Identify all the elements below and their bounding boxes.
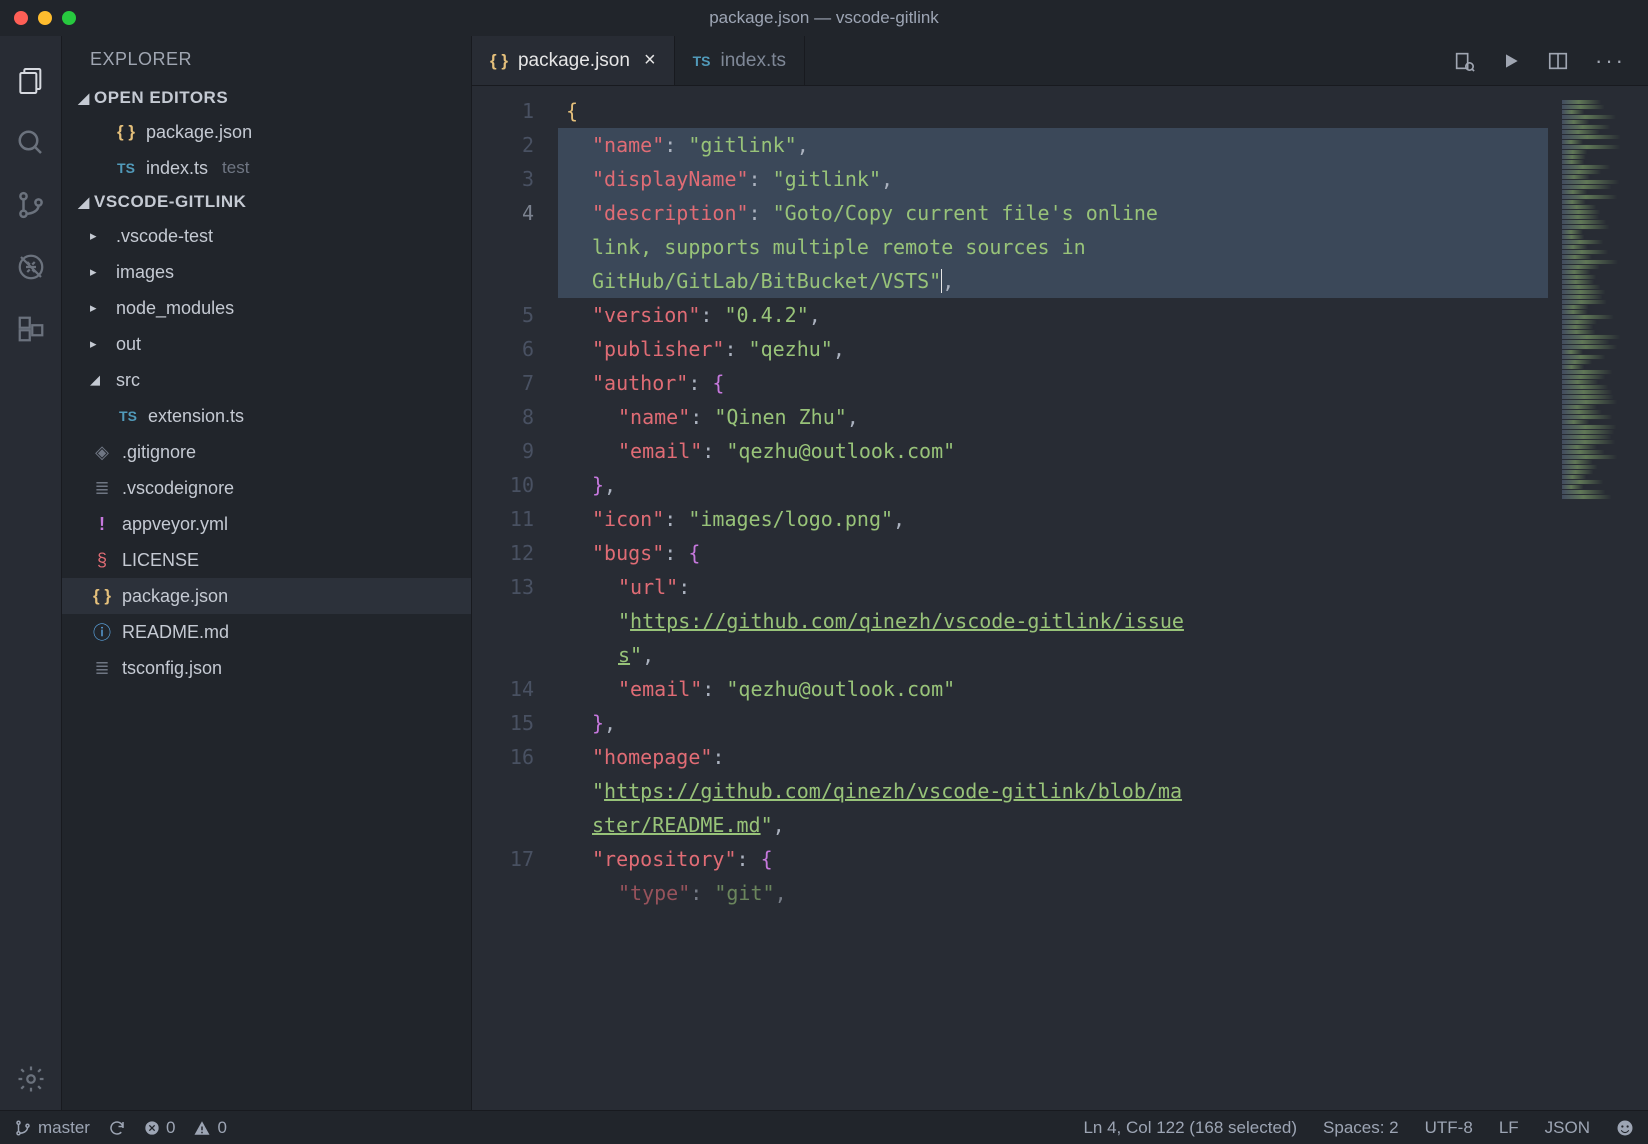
split-editor-icon[interactable]	[1547, 50, 1569, 72]
activity-bar	[0, 36, 62, 1110]
tree-folder[interactable]: ◢ src	[62, 362, 471, 398]
chevron-right-icon: ▸	[90, 336, 108, 352]
editor-tab[interactable]: { } package.json ×	[472, 36, 675, 85]
tree-folder[interactable]: ▸ images	[62, 254, 471, 290]
code-editor[interactable]: {"name": "gitlink","displayName": "gitli…	[558, 86, 1648, 1110]
status-feedback-icon[interactable]	[1616, 1119, 1634, 1137]
editor-tab[interactable]: TS index.ts	[675, 36, 805, 85]
run-icon[interactable]	[1501, 51, 1521, 71]
typescript-icon: TS	[117, 160, 135, 176]
tree-file[interactable]: ◈ .gitignore	[62, 434, 471, 470]
window-close-button[interactable]	[14, 11, 28, 25]
tree-item-label: extension.ts	[148, 406, 244, 427]
window-title: package.json — vscode-gitlink	[709, 8, 939, 28]
tree-item-label: LICENSE	[122, 550, 199, 571]
tree-item-label: node_modules	[116, 298, 234, 319]
tree-file[interactable]: § LICENSE	[62, 542, 471, 578]
json-icon: { }	[490, 51, 508, 70]
tree-file[interactable]: { } package.json	[62, 578, 471, 614]
tree-item-label: .gitignore	[122, 442, 196, 463]
activity-settings-icon[interactable]	[0, 1048, 62, 1110]
activity-explorer-icon[interactable]	[0, 50, 62, 112]
tree-item-label: .vscodeignore	[122, 478, 234, 499]
editor-group: { } package.json × TS index.ts ··· 123456789…	[472, 36, 1648, 1110]
project-header[interactable]: ◢ VSCODE-GITLINK	[62, 186, 471, 218]
status-cursor-position[interactable]: Ln 4, Col 122 (168 selected)	[1083, 1118, 1297, 1138]
status-bar: master 0 0 Ln 4, Col 122 (168 selected) …	[0, 1110, 1648, 1144]
more-actions-icon[interactable]: ···	[1595, 48, 1626, 74]
tree-item-label: package.json	[122, 586, 228, 607]
activity-extensions-icon[interactable]	[0, 298, 62, 360]
tree-folder[interactable]: ▸ node_modules	[62, 290, 471, 326]
tree-item-label: images	[116, 262, 174, 283]
status-eol[interactable]: LF	[1499, 1118, 1519, 1138]
tree-item-label: src	[116, 370, 140, 391]
tab-label: package.json	[518, 50, 630, 72]
file-lines-icon: ≣	[94, 478, 109, 499]
activity-debug-icon[interactable]	[0, 236, 62, 298]
open-editor-item[interactable]: TSindex.tstest	[62, 150, 471, 186]
titlebar: package.json — vscode-gitlink	[0, 0, 1648, 36]
chevron-right-icon: ▸	[90, 300, 108, 316]
explorer-sidebar: EXPLORER ◢ OPEN EDITORS { } package.json T…	[62, 36, 472, 1110]
file-lines-icon: ≣	[94, 658, 109, 679]
tree-file[interactable]: ≣ tsconfig.json	[62, 650, 471, 686]
activity-search-icon[interactable]	[0, 112, 62, 174]
tree-file[interactable]: ≣ .vscodeignore	[62, 470, 471, 506]
tab-label: index.ts	[721, 50, 786, 72]
status-branch[interactable]: master	[14, 1118, 90, 1138]
chevron-right-icon: ▸	[90, 264, 108, 280]
yaml-icon: !	[99, 514, 105, 535]
status-encoding[interactable]: UTF-8	[1425, 1118, 1473, 1138]
chevron-down-icon: ◢	[74, 194, 94, 211]
status-errors[interactable]: 0	[144, 1118, 175, 1138]
tab-bar: { } package.json × TS index.ts ···	[472, 36, 1648, 86]
tree-file[interactable]: ⓘ README.md	[62, 614, 471, 650]
chevron-down-icon: ◢	[74, 90, 94, 107]
open-changes-icon[interactable]	[1453, 50, 1475, 72]
tree-file[interactable]: ! appveyor.yml	[62, 506, 471, 542]
open-editor-item[interactable]: { } package.json	[62, 114, 471, 150]
typescript-icon: TS	[119, 408, 137, 424]
close-icon[interactable]: ×	[644, 49, 656, 72]
window-maximize-button[interactable]	[62, 11, 76, 25]
status-warnings[interactable]: 0	[193, 1118, 226, 1138]
tree-folder[interactable]: ▸ .vscode-test	[62, 218, 471, 254]
open-editor-label: index.ts	[146, 158, 208, 179]
tree-item-label: README.md	[122, 622, 229, 643]
git-icon: ◈	[95, 442, 109, 463]
info-icon: ⓘ	[93, 619, 111, 645]
activity-scm-icon[interactable]	[0, 174, 62, 236]
status-indent[interactable]: Spaces: 2	[1323, 1118, 1399, 1138]
open-editor-label: package.json	[146, 122, 252, 143]
status-sync[interactable]	[108, 1119, 126, 1137]
status-language[interactable]: JSON	[1545, 1118, 1590, 1138]
tree-item-label: tsconfig.json	[122, 658, 222, 679]
license-icon: §	[97, 550, 107, 571]
minimap[interactable]	[1558, 86, 1648, 1110]
tree-file[interactable]: TS extension.ts	[62, 398, 471, 434]
chevron-right-icon: ▸	[90, 228, 108, 244]
line-number-gutter: 1234567891011121314151617	[472, 86, 558, 1110]
tree-item-label: .vscode-test	[116, 226, 213, 247]
chevron-down-icon: ◢	[90, 372, 108, 388]
tree-item-label: out	[116, 334, 141, 355]
window-minimize-button[interactable]	[38, 11, 52, 25]
typescript-icon: TS	[693, 53, 711, 69]
json-icon: { }	[93, 586, 111, 606]
explorer-title: EXPLORER	[62, 36, 471, 82]
json-icon: { }	[117, 122, 135, 142]
tree-item-label: appveyor.yml	[122, 514, 228, 535]
tree-folder[interactable]: ▸ out	[62, 326, 471, 362]
open-editors-header[interactable]: ◢ OPEN EDITORS	[62, 82, 471, 114]
